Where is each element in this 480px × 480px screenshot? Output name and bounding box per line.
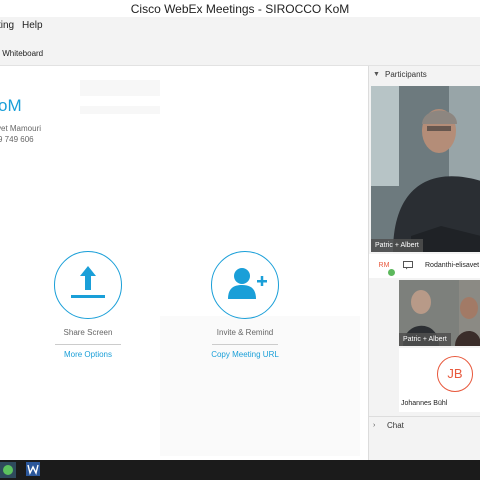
menu-item-meeting[interactable]: ting bbox=[0, 20, 14, 31]
video-tile[interactable]: Patric + Albert bbox=[399, 280, 480, 346]
avatar: JB bbox=[437, 356, 473, 392]
more-options-link[interactable]: More Options bbox=[43, 350, 133, 359]
main-video[interactable]: Patric + Albert bbox=[371, 86, 480, 252]
participant-avatar-tile[interactable]: JB Johannes Bühl bbox=[399, 348, 480, 412]
meeting-number: 9 749 606 bbox=[0, 135, 34, 144]
online-status-icon bbox=[387, 268, 396, 277]
copy-meeting-url-link[interactable]: Copy Meeting URL bbox=[200, 350, 290, 359]
share-screen-button[interactable] bbox=[54, 251, 122, 319]
chevron-right-icon: › bbox=[373, 422, 376, 429]
menu-item-help[interactable]: Help bbox=[22, 20, 43, 31]
share-screen-label: Share Screen bbox=[63, 328, 113, 337]
title-bar: Cisco WebEx Meetings - SIROCCO KoM bbox=[0, 0, 480, 17]
webex-app-icon[interactable] bbox=[0, 462, 16, 478]
add-user-icon bbox=[228, 268, 267, 299]
meeting-host: vet Mamouri bbox=[0, 124, 42, 133]
chat-header-label: Chat bbox=[387, 421, 404, 430]
invite-remind-button[interactable] bbox=[211, 251, 279, 319]
participant-name: Rodanthi-elisavet bbox=[425, 262, 480, 269]
word-app-icon[interactable] bbox=[26, 462, 40, 476]
invite-remind-label: Invite & Remind bbox=[216, 328, 274, 337]
window-title: Cisco WebEx Meetings - SIROCCO KoM bbox=[130, 2, 350, 16]
participant-name: Johannes Bühl bbox=[401, 400, 448, 407]
taskbar bbox=[0, 460, 480, 480]
divider bbox=[212, 344, 278, 345]
share-screen-action: Share Screen More Options bbox=[43, 251, 133, 359]
chevron-down-icon[interactable]: ▼ bbox=[373, 71, 381, 79]
main-video-label: Patric + Albert bbox=[371, 239, 423, 252]
chat-section-header[interactable]: › Chat bbox=[369, 416, 480, 433]
chat-bubble-icon bbox=[403, 261, 413, 270]
upload-icon bbox=[71, 266, 105, 298]
placeholder-block bbox=[80, 80, 160, 96]
participants-header[interactable]: Participants bbox=[385, 70, 427, 79]
meeting-title: oM bbox=[0, 96, 22, 115]
video-feed-image bbox=[371, 86, 480, 252]
participants-panel: ▼ Participants Patric + Albert RM Rodant… bbox=[368, 66, 480, 460]
menu-bar: ting Help bbox=[0, 17, 480, 35]
toolbar: v Whiteboard bbox=[0, 35, 480, 66]
meeting-main-area: oM vet Mamouri 9 749 606 Share Screen Mo… bbox=[0, 66, 368, 460]
divider bbox=[55, 344, 121, 345]
placeholder-block bbox=[80, 106, 160, 114]
video-tile-label: Patric + Albert bbox=[399, 333, 451, 346]
new-whiteboard-button[interactable]: v Whiteboard bbox=[0, 49, 43, 58]
participant-row[interactable]: RM Rodanthi-elisavet bbox=[369, 254, 480, 278]
invite-remind-action: Invite & Remind Copy Meeting URL bbox=[200, 251, 290, 359]
